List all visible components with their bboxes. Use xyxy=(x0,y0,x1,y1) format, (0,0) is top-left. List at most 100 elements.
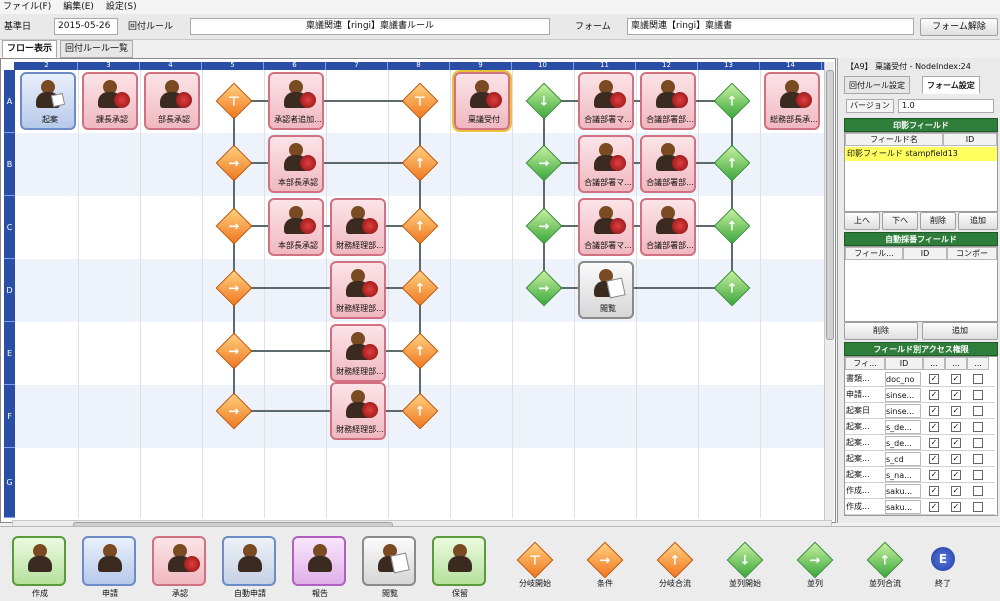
node-etsuran[interactable]: 閲覧 xyxy=(576,259,636,321)
palette-hold[interactable]: 保留 xyxy=(432,536,488,600)
form-release-button[interactable]: フォーム解除 xyxy=(920,18,998,36)
node-ringi-uketsuke[interactable]: 稟議受付 xyxy=(452,70,512,132)
checkbox[interactable]: ✓ xyxy=(929,438,939,448)
palette-report[interactable]: 報告 xyxy=(292,536,348,600)
auto-add-button[interactable]: 追加 xyxy=(922,322,998,340)
stamp-person-icon xyxy=(468,80,502,110)
palette-approve[interactable]: 承認 xyxy=(152,536,208,600)
move-down-button[interactable]: 下へ xyxy=(882,212,918,230)
node-kian[interactable]: 起案 xyxy=(18,70,78,132)
checkbox[interactable]: ✓ xyxy=(951,422,961,432)
node-gogi-3[interactable]: 合議部署マ... xyxy=(576,133,636,195)
palette-label: 並列開始 xyxy=(729,579,761,588)
table-row[interactable]: 起案... s_cd ✓ ✓ xyxy=(845,451,995,467)
checkbox[interactable]: ✓ xyxy=(929,486,939,496)
palette-apply[interactable]: 申請 xyxy=(82,536,138,600)
connector xyxy=(233,287,419,289)
move-up-button[interactable]: 上へ xyxy=(844,212,880,230)
node-gogi-6[interactable]: 合議部署部... xyxy=(638,196,698,258)
palette-view[interactable]: 閲覧 xyxy=(362,536,418,600)
tab-rule-settings[interactable]: 回付ルール設定 xyxy=(844,76,910,94)
node-zaimu-4[interactable]: 財務経理部... xyxy=(328,380,388,442)
node-zaimu-2[interactable]: 財務経理部... xyxy=(328,259,388,321)
stamp-person-icon xyxy=(654,143,688,173)
version-field[interactable]: 1.0 xyxy=(898,99,994,113)
checkbox[interactable] xyxy=(973,502,983,512)
col-header: フィ... xyxy=(845,357,885,370)
menu-edit[interactable]: 編集(E) xyxy=(63,0,94,14)
stamp-field-row[interactable]: 印影フィールド stampfield13 xyxy=(845,147,997,161)
checkbox[interactable] xyxy=(973,374,983,384)
node-honbucho[interactable]: 本部長承認 xyxy=(266,133,326,195)
node-kachou[interactable]: 課長承認 xyxy=(80,70,140,132)
checkbox[interactable] xyxy=(973,470,983,480)
col-7: 7 xyxy=(326,62,388,70)
access-rights-table[interactable]: フィ... ID ... ... ... 書類... doc_no ✓ ✓ 申請...… xyxy=(844,356,998,516)
stamp-person-icon xyxy=(778,80,812,110)
stamp-field-header: 印影フィールド xyxy=(844,118,998,132)
checkbox[interactable]: ✓ xyxy=(929,422,939,432)
delete-button[interactable]: 削除 xyxy=(920,212,956,230)
checkbox[interactable]: ✓ xyxy=(929,390,939,400)
table-row[interactable]: 起案... s_de... ✓ ✓ xyxy=(845,419,995,435)
form-field[interactable]: 稟議関連【ringi】稟議書 xyxy=(627,18,914,35)
palette-auto-apply[interactable]: 自動申請 xyxy=(222,536,278,600)
checkbox[interactable] xyxy=(973,390,983,400)
checkbox[interactable]: ✓ xyxy=(951,454,961,464)
connector xyxy=(233,410,419,412)
stamp-field-list[interactable]: フィールド名 ID 印影フィールド stampfield13 xyxy=(844,132,998,212)
checkbox[interactable]: ✓ xyxy=(951,438,961,448)
node-gogi-4[interactable]: 合議部署部... xyxy=(638,133,698,195)
table-row[interactable]: 作成... saku... ✓ ✓ xyxy=(845,499,995,515)
palette-create[interactable]: 作成 xyxy=(12,536,68,600)
auto-delete-button[interactable]: 削除 xyxy=(844,322,918,340)
tab-flow-view[interactable]: フロー表示 xyxy=(2,40,58,58)
rule-field[interactable]: 稟議関連【ringi】稟議書ルール xyxy=(190,18,550,35)
gear-person-icon xyxy=(236,544,268,574)
checkbox[interactable] xyxy=(973,406,983,416)
checkbox[interactable]: ✓ xyxy=(929,454,939,464)
node-gogi-2[interactable]: 合議部署部... xyxy=(638,70,698,132)
node-shouninsha[interactable]: 承認者追加... xyxy=(266,70,326,132)
table-row[interactable]: 起案... s_na... ✓ ✓ xyxy=(845,467,995,483)
table-row[interactable]: 書類... doc_no ✓ ✓ xyxy=(845,371,995,387)
checkbox[interactable]: ✓ xyxy=(951,390,961,400)
table-row[interactable]: 起案日 sinse... ✓ ✓ xyxy=(845,403,995,419)
tab-form-settings[interactable]: フォーム設定 xyxy=(922,76,980,94)
checkbox[interactable] xyxy=(973,422,983,432)
menu-settings[interactable]: 設定(S) xyxy=(106,0,137,14)
checkbox[interactable]: ✓ xyxy=(951,486,961,496)
node-gogi-5[interactable]: 合議部署マ... xyxy=(576,196,636,258)
checkbox[interactable]: ✓ xyxy=(929,406,939,416)
node-honbucho-2[interactable]: 本部長承認 xyxy=(266,196,326,258)
checkbox[interactable]: ✓ xyxy=(951,470,961,480)
table-row[interactable]: 作成... saku... ✓ ✓ xyxy=(845,483,995,499)
checkbox[interactable]: ✓ xyxy=(951,374,961,384)
table-row[interactable]: 申請... sinse... ✓ ✓ xyxy=(845,387,995,403)
node-zaimu-1[interactable]: 財務経理部... xyxy=(328,196,388,258)
checkbox[interactable] xyxy=(973,486,983,496)
checkbox[interactable]: ✓ xyxy=(951,502,961,512)
node-buchou[interactable]: 部長承認 xyxy=(142,70,202,132)
checkbox[interactable] xyxy=(973,438,983,448)
menu-bar: ファイル(F) 編集(E) 設定(S) xyxy=(0,0,1000,14)
auto-number-list[interactable]: フィール... ID コンポー xyxy=(844,246,998,322)
end-icon[interactable]: E xyxy=(931,547,955,571)
checkbox[interactable]: ✓ xyxy=(951,406,961,416)
palette-label: 分岐開始 xyxy=(519,579,551,588)
checkbox[interactable]: ✓ xyxy=(929,374,939,384)
vertical-scrollbar[interactable] xyxy=(824,62,834,520)
checkbox[interactable]: ✓ xyxy=(929,502,939,512)
checkbox[interactable]: ✓ xyxy=(929,470,939,480)
date-field[interactable]: 2015-05-26 xyxy=(54,18,118,35)
stamp-person-icon xyxy=(654,206,688,236)
add-button[interactable]: 追加 xyxy=(958,212,998,230)
tab-rule-list[interactable]: 回付ルール一覧 xyxy=(60,40,134,58)
checkbox[interactable] xyxy=(973,454,983,464)
node-zaimu-3[interactable]: 財務経理部... xyxy=(328,322,388,384)
menu-file[interactable]: ファイル(F) xyxy=(3,0,51,14)
node-soumu[interactable]: 総務部長承... xyxy=(762,70,822,132)
node-gogi-1[interactable]: 合議部署マ... xyxy=(576,70,636,132)
table-row[interactable]: 起案... s_de... ✓ ✓ xyxy=(845,435,995,451)
scroll-thumb[interactable] xyxy=(826,70,834,340)
